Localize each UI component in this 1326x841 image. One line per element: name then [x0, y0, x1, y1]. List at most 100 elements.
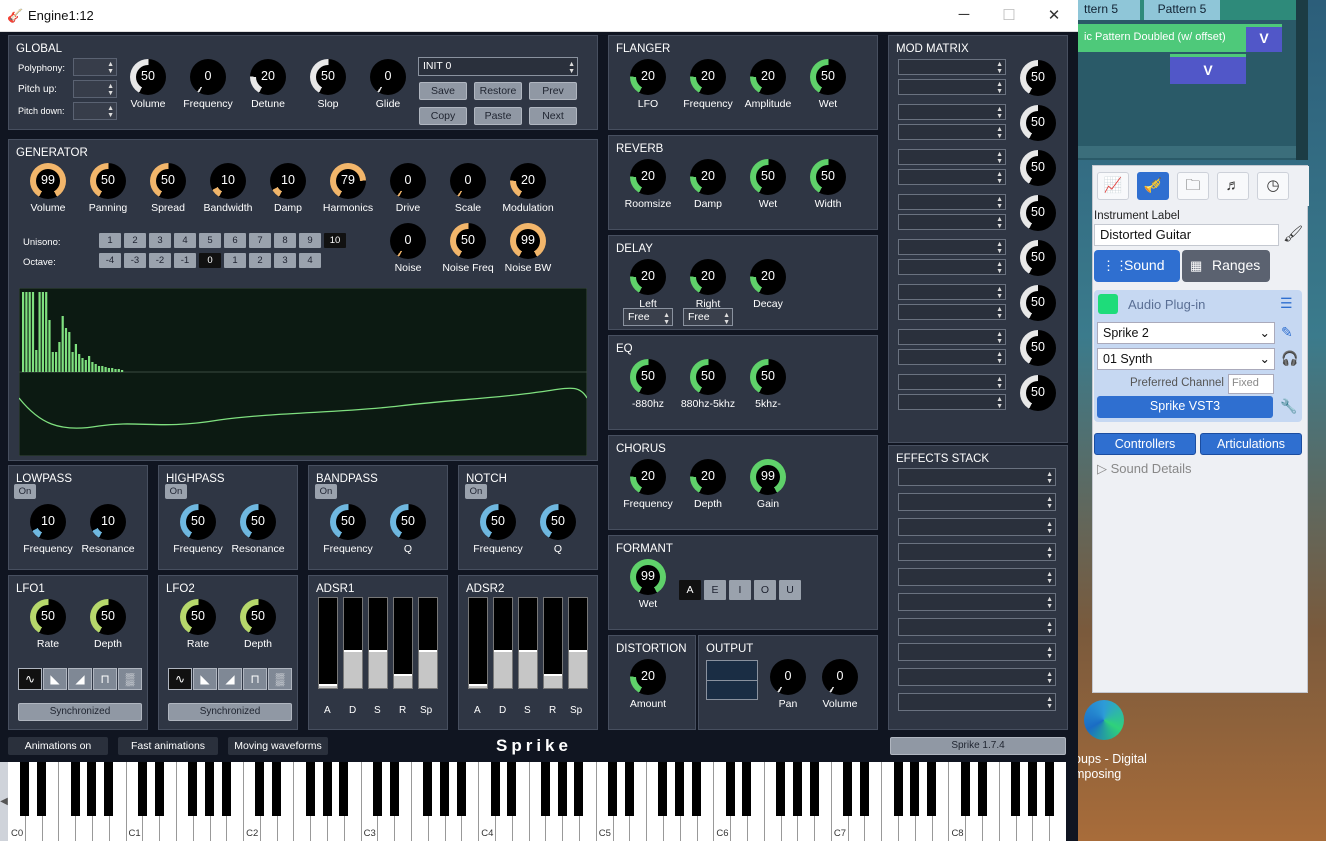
- gen-noise-knob[interactable]: 0: [390, 223, 426, 259]
- mod-matrix-slot-2-dest[interactable]: ▲ ▼: [898, 124, 1006, 140]
- black-key[interactable]: [960, 762, 970, 816]
- black-key[interactable]: [423, 762, 433, 816]
- black-key[interactable]: [87, 762, 97, 816]
- lfo1-wave-1-icon[interactable]: ◣: [43, 668, 67, 690]
- black-key[interactable]: [624, 762, 634, 816]
- lfo2-wave-0-icon[interactable]: ∿: [168, 668, 192, 690]
- effects-slot-4[interactable]: ▲ ▼: [898, 543, 1056, 561]
- effects-slot-7[interactable]: ▲ ▼: [898, 618, 1056, 636]
- highpass-on-toggle[interactable]: On: [165, 484, 187, 499]
- adsr2-r-fader[interactable]: [543, 597, 563, 689]
- formant-wet-knob[interactable]: 99: [630, 559, 666, 595]
- vertical-scrollbar[interactable]: [1296, 0, 1308, 160]
- black-key[interactable]: [37, 762, 47, 816]
- adsr1-a-fader[interactable]: [318, 597, 338, 689]
- octave-2-button[interactable]: 2: [249, 253, 271, 268]
- chorus-depth-knob[interactable]: 20: [690, 459, 726, 495]
- global-slop-knob[interactable]: 50: [310, 59, 346, 95]
- lfo2-wave-4-icon[interactable]: ▒: [268, 668, 292, 690]
- black-key[interactable]: [507, 762, 517, 816]
- score-icon[interactable]: ♬: [1217, 172, 1249, 200]
- formant-vowel-a-button[interactable]: A: [679, 580, 701, 600]
- mod-matrix-slot-5-src[interactable]: ▲ ▼: [898, 239, 1006, 255]
- lfo2-wave-1-icon[interactable]: ◣: [193, 668, 217, 690]
- black-key[interactable]: [540, 762, 550, 816]
- formant-vowel-u-button[interactable]: U: [779, 580, 801, 600]
- lfo2-wave-2-icon[interactable]: ◢: [218, 668, 242, 690]
- folder-icon[interactable]: 🗀: [1177, 172, 1209, 200]
- moving-waveforms-toggle[interactable]: Moving waveforms: [228, 737, 328, 755]
- headphones-icon[interactable]: 🎧: [1281, 350, 1298, 367]
- gen-drive-knob[interactable]: 0: [390, 163, 426, 199]
- mod-matrix-slot-8-dest[interactable]: ▲ ▼: [898, 394, 1006, 410]
- articulations-button[interactable]: Articulations: [1200, 433, 1302, 455]
- effects-slot-10[interactable]: ▲ ▼: [898, 693, 1056, 711]
- black-key[interactable]: [658, 762, 668, 816]
- flanger-frequency-knob[interactable]: 20: [690, 59, 726, 95]
- paint-icon[interactable]: 🖌: [1283, 224, 1303, 244]
- black-key[interactable]: [859, 762, 869, 816]
- black-key[interactable]: [255, 762, 265, 816]
- black-key[interactable]: [776, 762, 785, 816]
- reverb-wet-knob[interactable]: 50: [750, 159, 786, 195]
- adsr2-s-fader[interactable]: [518, 597, 538, 689]
- octave-3-button[interactable]: 3: [274, 253, 296, 268]
- filter1-resonance-knob[interactable]: 50: [240, 504, 276, 540]
- velocity-clip[interactable]: V: [1246, 24, 1282, 52]
- octave--3-button[interactable]: -3: [124, 253, 146, 268]
- black-key[interactable]: [389, 762, 399, 816]
- lfo1-rate-knob[interactable]: 50: [30, 599, 66, 635]
- black-key[interactable]: [339, 762, 349, 816]
- octave--1-button[interactable]: -1: [174, 253, 196, 268]
- mod-matrix-amount-8-knob[interactable]: 50: [1020, 375, 1056, 411]
- pattern-header-1[interactable]: ttern 5: [1078, 0, 1140, 20]
- adsr2-d-fader[interactable]: [493, 597, 513, 689]
- global-volume-knob[interactable]: 50: [130, 59, 166, 95]
- clock-icon[interactable]: ◷: [1257, 172, 1289, 200]
- gen-spread-knob[interactable]: 50: [150, 163, 186, 199]
- black-key[interactable]: [456, 762, 466, 816]
- adsr2-sp-fader[interactable]: [568, 597, 588, 689]
- adsr1-sp-fader[interactable]: [418, 597, 438, 689]
- black-key[interactable]: [910, 762, 920, 816]
- black-key[interactable]: [557, 762, 567, 816]
- black-key[interactable]: [272, 762, 282, 816]
- minimize-button[interactable]: ─: [954, 6, 974, 23]
- mod-matrix-slot-8-src[interactable]: ▲ ▼: [898, 374, 1006, 390]
- preferred-channel-select[interactable]: Fixed: [1228, 374, 1274, 394]
- black-key[interactable]: [725, 762, 735, 816]
- gen-damp-knob[interactable]: 10: [270, 163, 306, 199]
- unisono-9-button[interactable]: 9: [299, 233, 321, 248]
- formant-vowel-i-button[interactable]: I: [729, 580, 751, 600]
- filter0-frequency-knob[interactable]: 10: [30, 504, 66, 540]
- unisono-8-button[interactable]: 8: [274, 233, 296, 248]
- next-button[interactable]: Next: [529, 107, 577, 125]
- output-volume-knob[interactable]: 0: [822, 659, 858, 695]
- reverb-roomsize-knob[interactable]: 20: [630, 159, 666, 195]
- formant-vowel-e-button[interactable]: E: [704, 580, 726, 600]
- chart-icon[interactable]: 📈: [1097, 172, 1129, 200]
- version-button[interactable]: Sprike 1.7.4: [890, 737, 1066, 755]
- black-key[interactable]: [1027, 762, 1037, 816]
- close-button[interactable]: ✕: [1044, 6, 1064, 24]
- black-key[interactable]: [440, 762, 450, 816]
- black-key[interactable]: [893, 762, 903, 816]
- instrument-label-input[interactable]: Distorted Guitar: [1094, 224, 1279, 246]
- unisono-6-button[interactable]: 6: [224, 233, 246, 248]
- chorus-gain-knob[interactable]: 99: [750, 459, 786, 495]
- lfo1-wave-3-icon[interactable]: ⊓: [93, 668, 117, 690]
- gen-modulation-knob[interactable]: 20: [510, 163, 546, 199]
- black-key[interactable]: [137, 762, 147, 816]
- unisono-7-button[interactable]: 7: [249, 233, 271, 248]
- lfo1-sync-button[interactable]: Synchronized: [18, 703, 142, 721]
- edge-icon[interactable]: [1084, 700, 1124, 740]
- mod-matrix-slot-6-dest[interactable]: ▲ ▼: [898, 304, 1006, 320]
- wrench-icon[interactable]: 🔧: [1280, 398, 1297, 415]
- flanger-lfo-knob[interactable]: 20: [630, 59, 666, 95]
- maximize-button[interactable]: ☐: [999, 6, 1019, 24]
- bandpass-on-toggle[interactable]: On: [315, 484, 337, 499]
- black-key[interactable]: [809, 762, 819, 816]
- velocity-clip-2[interactable]: V: [1170, 54, 1246, 84]
- global-glide-knob[interactable]: 0: [370, 59, 406, 95]
- effects-slot-2[interactable]: ▲ ▼: [898, 493, 1056, 511]
